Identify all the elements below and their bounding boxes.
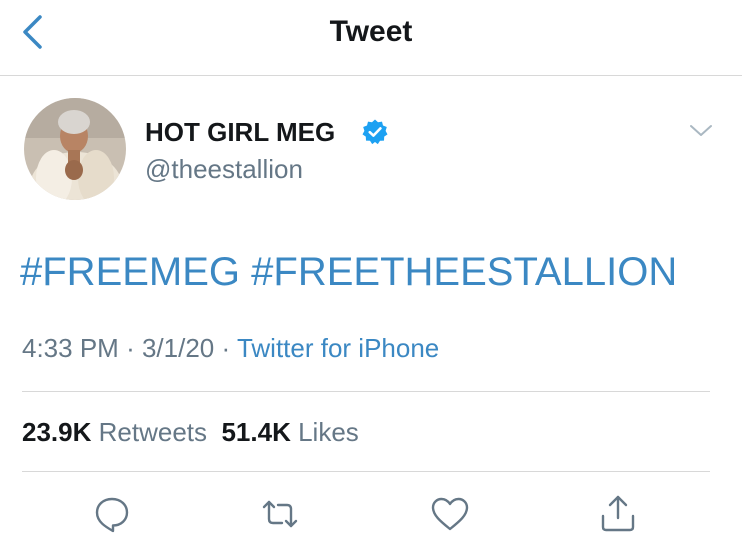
verified-badge-icon [361, 118, 389, 146]
nav-bar: Tweet [0, 0, 742, 76]
reply-button[interactable] [92, 494, 132, 534]
share-icon [601, 495, 635, 532]
tweet-text: #FREEMEG #FREETHEESTALLION [20, 248, 677, 296]
tweet-date: 3/1/20 [141, 333, 215, 363]
hashtag-link[interactable]: #FREETHEESTALLION [251, 250, 677, 294]
retweets-stat[interactable]: 23.9K Retweets [22, 417, 207, 447]
chevron-down-icon [690, 125, 712, 136]
like-button[interactable] [430, 494, 470, 534]
reply-icon [95, 497, 129, 533]
retweets-count: 23.9K [22, 417, 92, 447]
retweet-button[interactable] [260, 494, 300, 534]
likes-count: 51.4K [221, 417, 291, 447]
divider [22, 471, 710, 472]
tweet-time: 4:33 PM [22, 333, 119, 363]
page-title: Tweet [329, 15, 413, 48]
more-options-button[interactable] [688, 120, 714, 142]
profile-photo [24, 98, 126, 200]
divider [22, 391, 710, 392]
author-handle[interactable]: @theestallion [145, 153, 303, 185]
likes-stat[interactable]: 51.4K Likes [221, 417, 358, 447]
likes-label: Likes [298, 417, 359, 447]
retweet-icon [262, 500, 298, 528]
tweet-meta: 4:33 PM · 3/1/20 · Twitter for iPhone [22, 331, 439, 365]
meta-separator: · [221, 333, 231, 363]
author-display-name[interactable]: HOT GIRL MEG [145, 116, 335, 148]
hashtag-link[interactable]: #FREEMEG [20, 250, 240, 294]
tweet-source-link[interactable]: Twitter for iPhone [237, 333, 439, 363]
avatar[interactable] [24, 98, 126, 200]
share-button[interactable] [598, 494, 638, 534]
heart-icon [431, 497, 469, 531]
meta-separator: · [126, 333, 135, 363]
retweets-label: Retweets [98, 417, 208, 447]
tweet-stats: 23.9K Retweets 51.4K Likes [22, 415, 359, 449]
